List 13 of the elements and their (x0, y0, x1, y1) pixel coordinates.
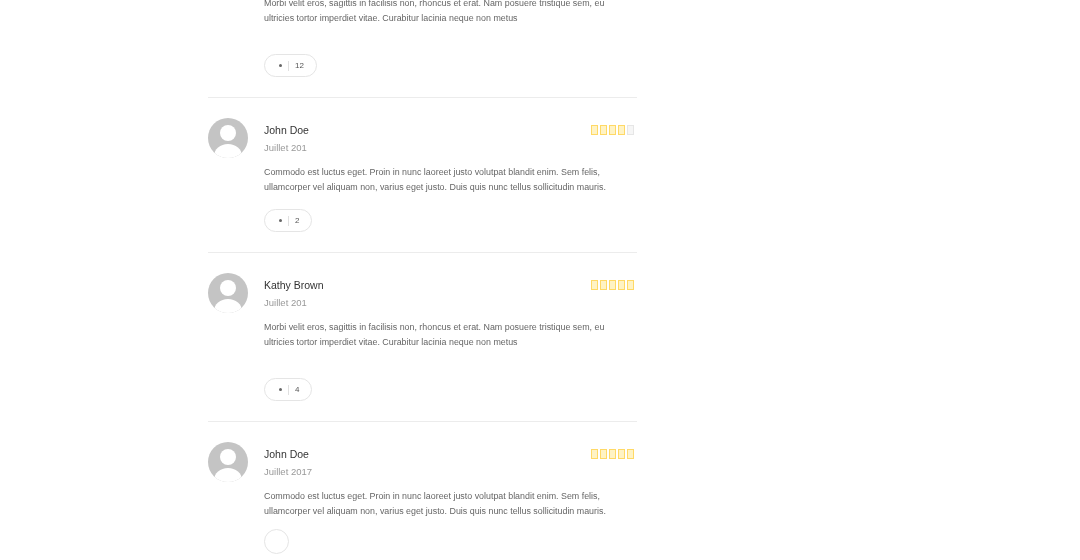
like-button[interactable]: 2 (264, 209, 313, 232)
reviewer-name: John Doe (264, 448, 309, 460)
review-date: Juillet 2017 (264, 466, 314, 477)
review-date: Juillet 201 (264, 142, 308, 153)
review-text: Commodo est luctus eget. Proin in nunc laoreet justo volutpat blandit enim. Sem felis, ullamcorper vel aliquam non, varius eget justo. Duis quis nunc tellus sollicitudin mauris. (264, 490, 607, 518)
review-date: Juillet 201 (264, 297, 308, 308)
review-text: Morbi velit eros, sagittis in facilisis non, rhoncus et erat. Nam posuere tristique sem, eu ultricies tortor imperdiet vitae. Curabitur lacinia neque non metus (264, 321, 606, 349)
review-text: Commodo est luctus eget. Proin in nunc laoreet justo volutpat blandit enim. Sem felis, ullamcorper vel aliquam non, varius eget justo. Duis quis nunc tellus sollicitudin mauris. (264, 166, 607, 194)
reviewer-name: John Doe (264, 124, 309, 136)
reviewer-name: Kathy Brown (264, 279, 324, 291)
like-button[interactable]: 12 (264, 54, 317, 77)
review-text: Morbi velit eros, sagittis in facilisis non, rhoncus et erat. Nam posuere tristique sem, eu ultricies tortor imperdiet vitae. Curabitur lacinia neque non metus (264, 0, 606, 25)
like-button[interactable]: 4 (264, 378, 313, 401)
